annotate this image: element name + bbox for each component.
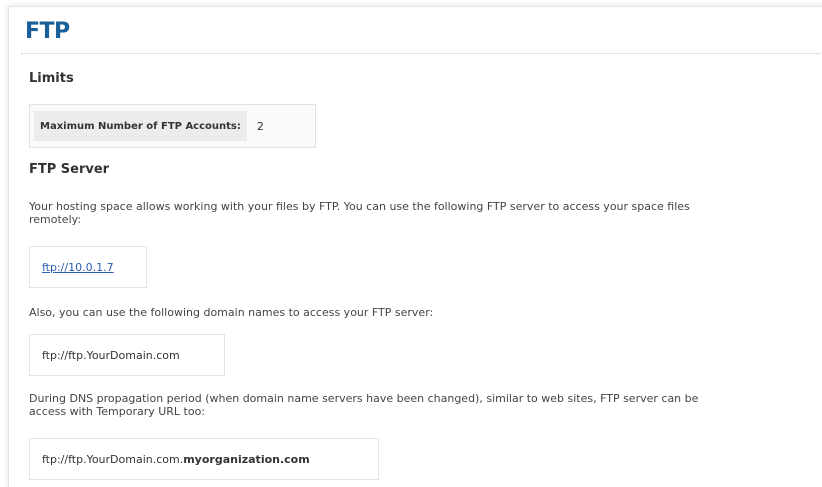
temporary-url-box: ftp://ftp.YourDomain.com. myorganization.… (29, 438, 379, 480)
dns-propagation-line2: access with Temporary URL too: (29, 405, 206, 418)
limits-table: Maximum Number of FTP Accounts: 2 (29, 104, 316, 148)
ftp-panel: FTP Limits Maximum Number of FTP Account… (8, 6, 822, 487)
limits-heading: Limits (29, 71, 74, 86)
title-divider (21, 53, 822, 54)
domain-url: ftp://ftp.YourDomain.com (42, 348, 180, 362)
temporary-url-prefix: ftp://ftp.YourDomain.com. (42, 452, 184, 466)
ftp-server-description-line1: Your hosting space allows working with y… (29, 200, 690, 213)
domain-url-box: ftp://ftp.YourDomain.com (29, 334, 225, 376)
domain-names-description: Also, you can use the following domain n… (29, 306, 434, 319)
max-ftp-accounts-label: Maximum Number of FTP Accounts: (34, 111, 247, 141)
ftp-server-link[interactable]: ftp://10.0.1.7 (42, 261, 114, 274)
temporary-url-suffix: myorganization.com (183, 452, 310, 466)
page-title: FTP (25, 19, 70, 44)
dns-propagation-line1: During DNS propagation period (when doma… (29, 392, 699, 405)
dns-propagation-description: During DNS propagation period (when doma… (29, 392, 822, 418)
ftp-server-description: Your hosting space allows working with y… (29, 200, 822, 226)
ftp-server-url-box: ftp://10.0.1.7 (29, 246, 147, 288)
ftp-server-heading: FTP Server (29, 162, 110, 177)
max-ftp-accounts-value: 2 (256, 119, 264, 133)
ftp-server-description-line2: remotely: (29, 213, 82, 226)
